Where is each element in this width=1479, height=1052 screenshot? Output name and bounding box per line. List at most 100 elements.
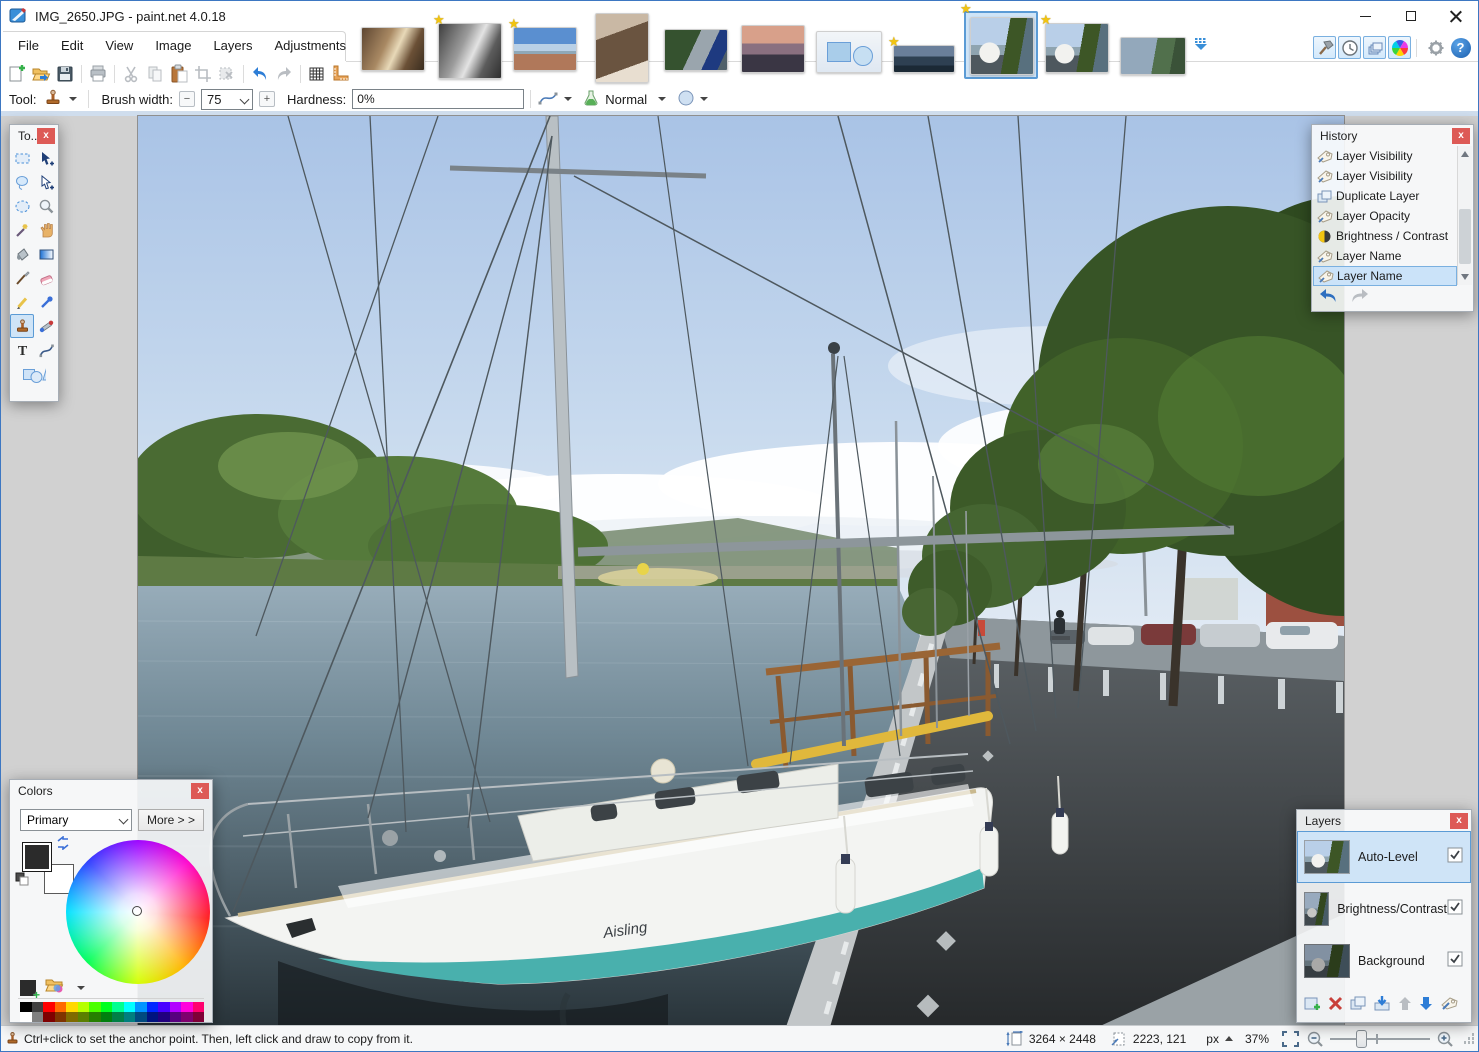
menu-view[interactable]: View	[94, 31, 144, 61]
palette-swatch[interactable]	[20, 1002, 32, 1012]
layer-row-brightness-contrast[interactable]: Brightness/Contrast	[1297, 883, 1471, 935]
layer-properties-button[interactable]	[1439, 995, 1460, 1017]
layer-row-background[interactable]: Background	[1297, 935, 1471, 987]
tool-lasso-select[interactable]	[10, 170, 34, 194]
palette-menu-button[interactable]	[44, 976, 64, 999]
history-panel-close-button[interactable]: x	[1452, 128, 1470, 144]
palette-swatch[interactable]	[181, 1012, 193, 1022]
tool-zoom[interactable]	[34, 194, 58, 218]
palette-menu-caret[interactable]	[77, 986, 85, 990]
palette-swatch[interactable]	[124, 1002, 136, 1012]
history-item[interactable]: Layer Visibility	[1313, 146, 1457, 166]
palette-swatch[interactable]	[147, 1002, 159, 1012]
brush-width-increase-button[interactable]: +	[259, 91, 275, 107]
history-item[interactable]: Duplicate Layer	[1313, 186, 1457, 206]
blend-mode-caret[interactable]	[658, 97, 666, 101]
tool-magic-wand[interactable]	[10, 218, 34, 242]
history-scrollbar[interactable]	[1457, 146, 1472, 285]
thumbnail-cat-photo[interactable]	[595, 13, 649, 83]
tool-shapes[interactable]	[22, 362, 46, 386]
layer-visible-checkbox[interactable]	[1447, 951, 1463, 972]
tool-pan[interactable]	[34, 218, 58, 242]
grid-button[interactable]	[305, 62, 329, 86]
scroll-up-icon[interactable]	[1461, 151, 1469, 157]
scrollbar-thumb[interactable]	[1459, 209, 1471, 265]
history-item[interactable]: Layer Name	[1313, 266, 1457, 286]
palette-swatch[interactable]	[55, 1012, 67, 1022]
zoom-in-icon[interactable]	[1436, 1030, 1454, 1048]
history-item[interactable]: Layer Opacity	[1313, 206, 1457, 226]
thumbnail-paintnet-ui-image[interactable]	[816, 31, 882, 73]
thumbnail-blue-car-photo[interactable]	[664, 29, 728, 71]
settings-button[interactable]	[1424, 36, 1447, 59]
minimize-button[interactable]	[1343, 1, 1388, 31]
history-item[interactable]: Layer Name	[1313, 246, 1457, 266]
palette-swatch[interactable]	[78, 1002, 90, 1012]
palette-swatch[interactable]	[112, 1012, 124, 1022]
history-item[interactable]: Brightness / Contrast	[1313, 226, 1457, 246]
move-layer-down-button[interactable]	[1418, 995, 1434, 1017]
palette-swatch[interactable]	[170, 1012, 182, 1022]
image-list-chevron-icon[interactable]	[1193, 37, 1209, 56]
palette-swatch[interactable]	[43, 1002, 55, 1012]
color-wheel[interactable]	[66, 840, 210, 984]
brush-width-decrease-button[interactable]: −	[179, 91, 195, 107]
tool-recolor[interactable]	[34, 314, 58, 338]
tool-paint-bucket[interactable]	[10, 242, 34, 266]
tools-panel-close-button[interactable]: x	[37, 128, 55, 144]
layer-visible-checkbox[interactable]	[1447, 847, 1463, 868]
palette-swatch[interactable]	[193, 1002, 205, 1012]
resize-grip[interactable]	[1464, 1034, 1474, 1044]
palette-swatch[interactable]	[135, 1002, 147, 1012]
add-layer-button[interactable]	[1303, 994, 1322, 1018]
palette-swatch[interactable]	[135, 1012, 147, 1022]
small-swatch-toggle[interactable]	[15, 872, 29, 891]
menu-image[interactable]: Image	[144, 31, 202, 61]
add-color-button[interactable]	[20, 980, 36, 996]
tool-gradient[interactable]	[34, 242, 58, 266]
palette-swatch[interactable]	[20, 1012, 32, 1022]
sampling-button[interactable]	[537, 90, 559, 109]
delete-layer-button[interactable]	[1327, 995, 1344, 1017]
maximize-button[interactable]	[1388, 1, 1433, 31]
palette-swatch[interactable]	[101, 1002, 113, 1012]
palette-swatch[interactable]	[32, 1002, 44, 1012]
palette-swatch[interactable]	[147, 1012, 159, 1022]
palette-swatch[interactable]	[124, 1012, 136, 1022]
toggle-colors-button[interactable]	[1388, 36, 1411, 59]
layer-visible-checkbox[interactable]	[1447, 899, 1463, 920]
print-button[interactable]	[86, 62, 110, 86]
colors-panel-close-button[interactable]: x	[191, 783, 209, 799]
open-button[interactable]	[29, 62, 53, 86]
copy-button[interactable]	[143, 62, 167, 86]
tool-eraser[interactable]	[34, 266, 58, 290]
unit-dropdown[interactable]: px	[1206, 1032, 1219, 1046]
thumbnail-harbor-panorama[interactable]: ★	[893, 45, 955, 73]
merge-layer-down-button[interactable]	[1373, 995, 1392, 1017]
palette-swatch[interactable]	[89, 1002, 101, 1012]
palette-swatch[interactable]	[43, 1012, 55, 1022]
move-layer-up-button[interactable]	[1397, 995, 1413, 1017]
tool-paintbrush[interactable]	[10, 266, 34, 290]
zoom-out-icon[interactable]	[1306, 1030, 1324, 1048]
rulers-button[interactable]	[329, 62, 353, 86]
close-button[interactable]	[1433, 1, 1478, 31]
palette-swatch[interactable]	[66, 1002, 78, 1012]
blend-mode-value[interactable]: Normal	[605, 92, 647, 107]
save-button[interactable]	[53, 62, 77, 86]
tool-move-selection[interactable]	[34, 170, 58, 194]
tool-text[interactable]: T	[10, 338, 34, 362]
swap-colors-icon[interactable]	[56, 836, 70, 855]
palette-swatch[interactable]	[66, 1012, 78, 1022]
sampling-dropdown-caret[interactable]	[564, 97, 572, 101]
tool-pencil[interactable]	[10, 290, 34, 314]
history-item[interactable]: Layer Visibility	[1313, 166, 1457, 186]
history-redo-button[interactable]	[1348, 287, 1370, 308]
redo-button[interactable]	[272, 62, 296, 86]
palette-swatch[interactable]	[101, 1012, 113, 1022]
tool-dropdown-caret[interactable]	[69, 97, 77, 101]
help-button[interactable]: ?	[1449, 36, 1472, 59]
scroll-down-icon[interactable]	[1461, 274, 1469, 280]
thumbnail-sky-beach-photo[interactable]: ★	[513, 27, 577, 71]
crop-button[interactable]	[191, 62, 215, 86]
